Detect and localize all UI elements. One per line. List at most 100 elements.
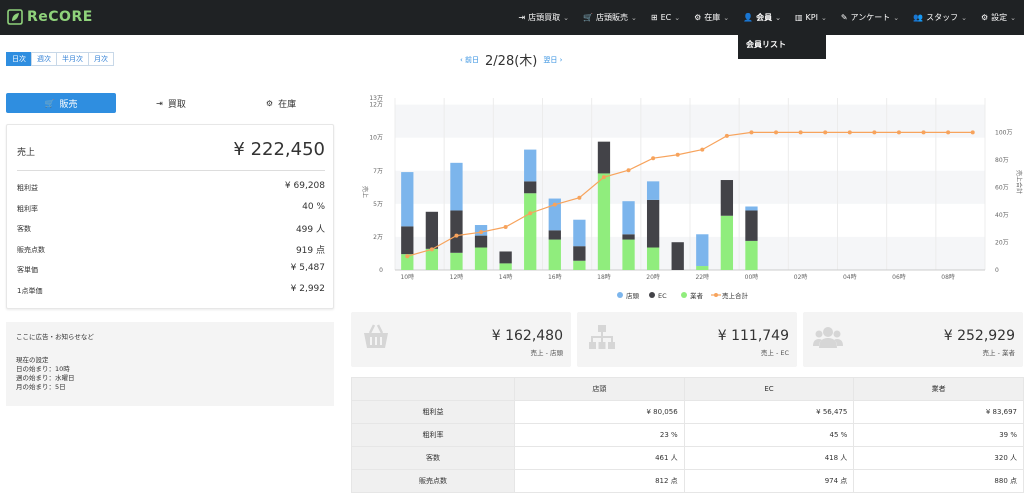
leaf-logo-icon [7, 9, 23, 25]
y-tick-label: 10万 [369, 135, 383, 142]
nav-item-8[interactable]: ⚙ 設定 ⌄ [981, 12, 1016, 23]
mode-tab[interactable]: 🛒 販売 [6, 93, 116, 113]
legend-label: 売上合計 [722, 291, 749, 300]
stat-value: ¥ 2,992 [290, 283, 325, 294]
nav-item-0[interactable]: ⇥ 店頭買取 ⌄ [518, 12, 569, 23]
table-cell: 812 点 [514, 469, 685, 493]
x-tick-label: 12時 [450, 273, 464, 281]
legend-marker [617, 292, 623, 298]
period-tab[interactable]: 月次 [88, 52, 114, 66]
line-point [479, 230, 484, 235]
nav-item-label: 設定 [991, 13, 1008, 22]
sitemap-icon [589, 325, 615, 349]
line-point [921, 130, 926, 135]
menu-item-member-list[interactable]: 会員リスト [746, 39, 786, 50]
period-tab[interactable]: 日次 [6, 52, 32, 66]
kpi-label: 売上 - 店頭 [530, 349, 563, 357]
bar-segment [646, 199, 660, 248]
y2-axis-label: 売上合計 [1015, 170, 1023, 194]
nav-item-4[interactable]: 👤 会員 ⌄ [743, 12, 781, 23]
line-point [872, 130, 877, 135]
table-cell: 974 点 [683, 469, 855, 493]
chevron-down-icon: ⌄ [723, 13, 730, 22]
hourly-sales-chart: 0 2万 5万 7万 10万 12万 13万 0 20万 40万 60万 80万 100万 売上 売上合計 1… [355, 90, 1024, 305]
nav-item-1[interactable]: 🛒 店頭販売 ⌄ [583, 12, 637, 23]
top-navbar: ReCORE ⇥ 店頭買取 ⌄ 🛒 店頭販売 ⌄ ⊞ EC ⌄ ⚙ 在庫 ⌄ 👤 会員 ⌄ ▥ KPI ⌄ ✎ アンケ… [0, 0, 1024, 35]
bar-segment [622, 239, 635, 270]
chevron-down-icon: ⌄ [961, 13, 967, 22]
notice-line: 週の始まり：水曜日 [16, 374, 75, 382]
line-point [896, 130, 901, 135]
x-tick-label: 06時 [892, 273, 906, 281]
stat-label: 粗利率 [17, 204, 38, 213]
bar-segment [622, 201, 635, 235]
table-cell: 23 % [514, 423, 685, 447]
table-header-cell: 店頭 [514, 377, 685, 401]
bar-segment [425, 248, 439, 270]
x-tick-label: 22時 [695, 273, 709, 281]
user-icon: 👤 [743, 13, 754, 22]
stat-value: 499 人 [295, 225, 325, 235]
mode-tab[interactable]: ⚙ 在庫 [226, 93, 336, 113]
line-point [454, 233, 459, 238]
bar-segment [474, 247, 488, 270]
table-header-cell: 業者 [853, 377, 1024, 401]
nav-item-3[interactable]: ⚙ 在庫 ⌄ [694, 12, 729, 23]
stat-row: 1点単価 ¥ 2,992 [17, 284, 325, 298]
x-tick-label: 18時 [597, 273, 611, 281]
nav-item-6[interactable]: ✎ アンケート ⌄ [841, 12, 899, 23]
bar-segment [696, 266, 709, 270]
sales-value: ¥ 222,450 [233, 139, 325, 160]
next-day-link[interactable]: 翌日 › [543, 55, 562, 65]
line-point [675, 152, 680, 157]
kpi-value: ¥ 111,749 [717, 328, 789, 344]
legend-label: 業者 [690, 291, 704, 300]
x-tick-label: 04時 [843, 273, 857, 281]
y2-tick-label: 20万 [995, 239, 1009, 246]
table-row: 粗利益 ¥ 80,056 ¥ 56,475 ¥ 83,697 [351, 400, 1024, 424]
table-cell: 320 人 [853, 446, 1024, 470]
x-tick-label: 16時 [548, 273, 562, 281]
table-header-row: 店頭 EC 業者 [351, 377, 1024, 401]
nav-item-7[interactable]: 👥 スタッフ ⌄ [913, 12, 967, 23]
mode-tab[interactable]: ⇥ 買取 [116, 93, 226, 113]
kpi-value: ¥ 252,929 [943, 328, 1015, 344]
row-label: 客数 [351, 446, 515, 470]
bar-segment [720, 215, 734, 270]
nav-item-label: アンケート [850, 13, 891, 22]
notice-line: 月の始まり：5日 [16, 383, 66, 391]
current-date: 2/28(木) [485, 54, 538, 69]
table-cell: ¥ 56,475 [683, 400, 855, 424]
bar-segment [745, 206, 758, 211]
y2-tick-label: 60万 [995, 184, 1009, 191]
line-point [528, 211, 533, 216]
edit-icon: ✎ [840, 13, 848, 22]
line-point [946, 130, 951, 135]
bar-segment [401, 226, 414, 255]
mode-tabs: 🛒 販売 ⇥ 買取 ⚙ 在庫 [6, 93, 336, 113]
nav-item-2[interactable]: ⊞ EC ⌄ [651, 13, 680, 22]
boxes-icon: ⚙ [694, 13, 702, 22]
y-tick-label: 7万 [373, 168, 383, 175]
table-cell: 45 % [683, 423, 855, 447]
table-cell: 418 人 [683, 446, 855, 470]
table-header-cell: EC [683, 377, 855, 401]
nav-item-5[interactable]: ▥ KPI ⌄ [795, 13, 827, 22]
notice-line: 日の始まり：10時 [16, 365, 70, 373]
stat-label: 粗利益 [17, 184, 38, 192]
bar-segment [573, 260, 586, 270]
period-tab[interactable]: 半月次 [56, 52, 89, 66]
period-tab[interactable]: 週次 [31, 52, 57, 66]
brand-logo[interactable]: ReCORE [7, 8, 93, 26]
date-navigation: ‹ 前日 2/28(木) 翌日 › [460, 50, 562, 69]
y-axis-label: 売上 [361, 186, 369, 198]
bar-segment [720, 180, 734, 216]
main-nav: ⇥ 店頭買取 ⌄ 🛒 店頭販売 ⌄ ⊞ EC ⌄ ⚙ 在庫 ⌄ 👤 会員 ⌄ ▥ KPI ⌄ ✎ アンケート ⌄ 👥 スタッ… [504, 0, 1016, 35]
bar-segment [524, 193, 537, 270]
users-icon: 👥 [913, 13, 924, 22]
legend-marker [649, 292, 655, 298]
prev-day-link[interactable]: ‹ 前日 [460, 55, 479, 65]
line-point [700, 147, 705, 152]
line-point [749, 130, 754, 135]
line-point [774, 130, 779, 135]
